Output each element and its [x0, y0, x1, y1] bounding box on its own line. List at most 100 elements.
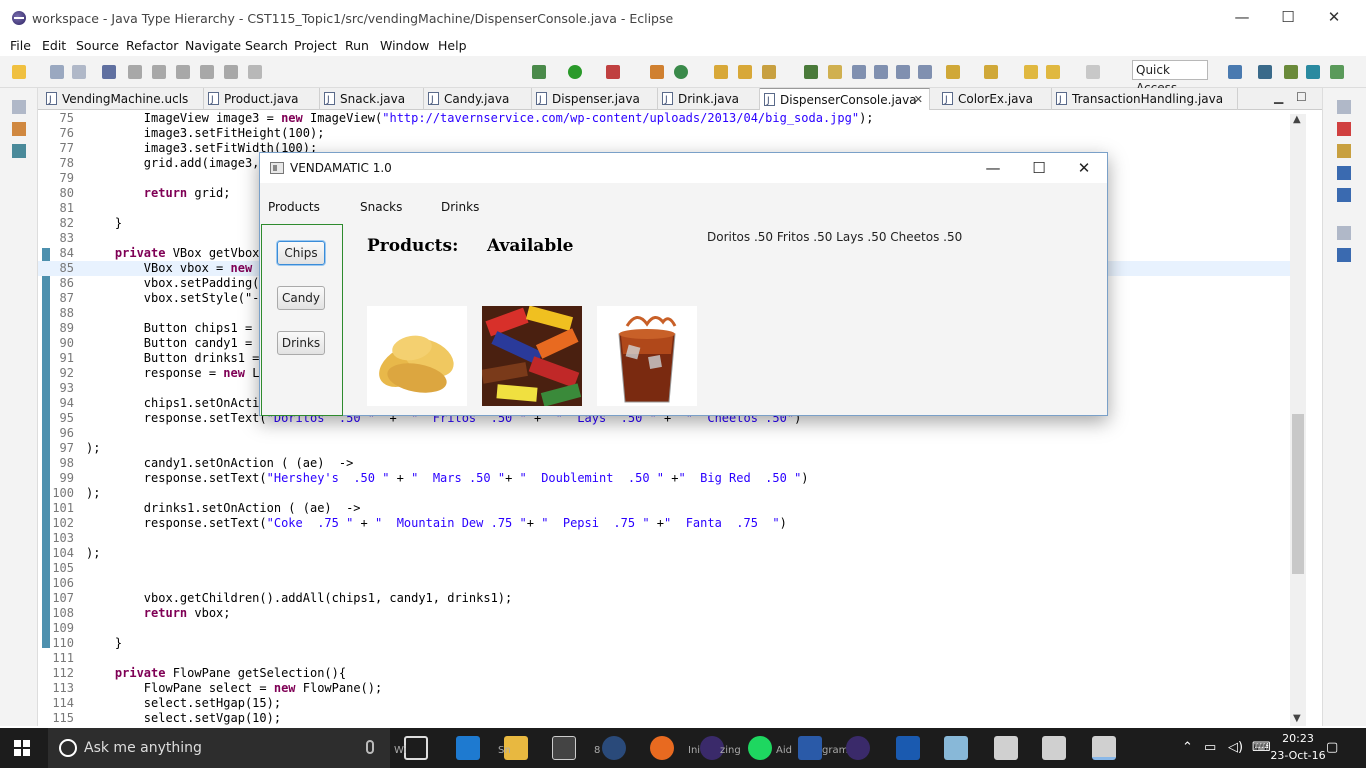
spotify-icon[interactable]: [748, 736, 772, 760]
scroll-down-icon[interactable]: ▼: [1293, 713, 1301, 724]
fx-menu-drinks[interactable]: Drinks: [441, 200, 479, 214]
tab-vendingmachine-ucls[interactable]: VendingMachine.ucls: [42, 88, 204, 111]
menu-run[interactable]: Run: [345, 38, 369, 53]
windows-start-icon[interactable]: [14, 740, 30, 756]
fx-menu-products[interactable]: Products: [268, 200, 320, 214]
edge-icon[interactable]: [456, 736, 480, 760]
java-icon[interactable]: [1092, 736, 1116, 760]
next-annotation-icon[interactable]: [946, 65, 960, 79]
menu-help[interactable]: Help: [438, 38, 467, 53]
toggle-icon[interactable]: [224, 65, 238, 79]
store-icon[interactable]: [552, 736, 576, 760]
console-icon[interactable]: [1337, 166, 1351, 180]
word-icon[interactable]: [798, 736, 822, 760]
pdf-app-icon[interactable]: [896, 736, 920, 760]
menu-search[interactable]: Search: [245, 38, 288, 53]
new-icon[interactable]: [12, 65, 26, 79]
menu-source[interactable]: Source: [76, 38, 119, 53]
chips-button[interactable]: Chips: [277, 241, 325, 265]
toggle-icon[interactable]: [176, 65, 190, 79]
menu-refactor[interactable]: Refactor: [126, 38, 178, 53]
tab-dispenser-java[interactable]: Dispenser.java: [532, 88, 658, 111]
code-line[interactable]: 113 FlowPane select = new FlowPane();: [38, 681, 1306, 696]
code-line[interactable]: 104);: [38, 546, 1306, 561]
minimize-button[interactable]: —: [1219, 0, 1265, 34]
microphone-icon[interactable]: [366, 740, 374, 754]
open-perspective-icon[interactable]: [1228, 65, 1242, 79]
restore-icon[interactable]: [12, 100, 26, 114]
restore-icon[interactable]: [1337, 100, 1351, 114]
annotation-icon[interactable]: [804, 65, 818, 79]
app-icon[interactable]: [944, 736, 968, 760]
code-line[interactable]: 96: [38, 426, 1306, 441]
problems-icon[interactable]: [1337, 122, 1351, 136]
fx-close-button[interactable]: ✕: [1061, 153, 1107, 183]
debug-step-icon[interactable]: [248, 65, 262, 79]
close-button[interactable]: ✕: [1311, 0, 1357, 34]
tab-dispenserconsole-java[interactable]: DispenserConsole.java ✕: [760, 88, 930, 112]
quick-access-field[interactable]: Quick Access: [1132, 60, 1208, 95]
pin-icon[interactable]: [102, 65, 116, 79]
toggle-icon[interactable]: [152, 65, 166, 79]
menu-edit[interactable]: Edit: [42, 38, 66, 53]
code-line[interactable]: 102 response.setText("Coke .75 " + " Mou…: [38, 516, 1306, 531]
code-line[interactable]: 110 }: [38, 636, 1306, 651]
debug-perspective-icon[interactable]: [1284, 65, 1298, 79]
code-line[interactable]: 105: [38, 561, 1306, 576]
show-whitespace-icon[interactable]: [918, 65, 932, 79]
java-perspective-icon[interactable]: [1258, 65, 1272, 79]
toggle-icon[interactable]: [128, 65, 142, 79]
clock-time[interactable]: 20:23: [1268, 732, 1328, 745]
code-line[interactable]: 106: [38, 576, 1306, 591]
git-perspective-icon[interactable]: [1330, 65, 1344, 79]
tab-transactionhandling-java[interactable]: TransactionHandling.java: [1052, 88, 1238, 111]
package-explorer-icon[interactable]: [12, 122, 26, 136]
code-line[interactable]: 112 private FlowPane getSelection(){: [38, 666, 1306, 681]
type-hierarchy-icon[interactable]: [12, 144, 26, 158]
tab-drink-java[interactable]: Drink.java: [658, 88, 760, 111]
save-icon[interactable]: [50, 65, 64, 79]
new-class-icon[interactable]: [674, 65, 688, 79]
java-icon[interactable]: [1042, 736, 1066, 760]
java-icon[interactable]: [994, 736, 1018, 760]
menu-navigate[interactable]: Navigate: [185, 38, 241, 53]
code-line[interactable]: 75 ImageView image3 = new ImageView("htt…: [38, 111, 1306, 126]
editor-scrollbar[interactable]: ▲ ▼: [1290, 114, 1306, 726]
code-line[interactable]: 97);: [38, 441, 1306, 456]
code-line[interactable]: 76 image3.setFitHeight(100);: [38, 126, 1306, 141]
fx-maximize-button[interactable]: ☐: [1016, 153, 1062, 183]
app-icon[interactable]: [602, 736, 626, 760]
menu-project[interactable]: Project: [294, 38, 337, 53]
menu-window[interactable]: Window: [380, 38, 429, 53]
code-line[interactable]: 108 return vbox;: [38, 606, 1306, 621]
hierarchy-perspective-icon[interactable]: [1306, 65, 1320, 79]
save-all-icon[interactable]: [72, 65, 86, 79]
search-icon[interactable]: [762, 65, 776, 79]
last-edit-icon[interactable]: [1024, 65, 1038, 79]
minimize-editor-icon[interactable]: ▁: [1274, 90, 1283, 104]
task-view-icon[interactable]: [404, 736, 428, 760]
tab-candy-java[interactable]: Candy.java: [424, 88, 532, 111]
close-tab-icon[interactable]: ✕: [914, 89, 923, 111]
code-line[interactable]: 115 select.setVgap(10);: [38, 711, 1306, 726]
code-line[interactable]: 111: [38, 651, 1306, 666]
maximize-button[interactable]: ☐: [1265, 0, 1311, 34]
fx-minimize-button[interactable]: —: [970, 153, 1016, 183]
code-line[interactable]: 107 vbox.getChildren().addAll(chips1, ca…: [38, 591, 1306, 606]
open-type-icon[interactable]: [714, 65, 728, 79]
eclipse-icon[interactable]: [846, 736, 870, 760]
code-line[interactable]: 99 response.setText("Hershey's .50 " + "…: [38, 471, 1306, 486]
block-icon[interactable]: [896, 65, 910, 79]
code-line[interactable]: 103: [38, 531, 1306, 546]
open-folder-icon[interactable]: [738, 65, 752, 79]
new-java-project-icon[interactable]: [650, 65, 664, 79]
restore-icon[interactable]: [1337, 226, 1351, 240]
code-line[interactable]: 109: [38, 621, 1306, 636]
code-line[interactable]: 114 select.setHgap(15);: [38, 696, 1306, 711]
scrollbar-thumb[interactable]: [1292, 414, 1304, 574]
battery-icon[interactable]: ▭: [1204, 740, 1216, 755]
forward-icon[interactable]: [1086, 65, 1100, 79]
tab-product-java[interactable]: Product.java: [204, 88, 320, 111]
cortana-search-box[interactable]: Ask me anything: [48, 728, 390, 768]
tab-snack-java[interactable]: Snack.java: [320, 88, 424, 111]
